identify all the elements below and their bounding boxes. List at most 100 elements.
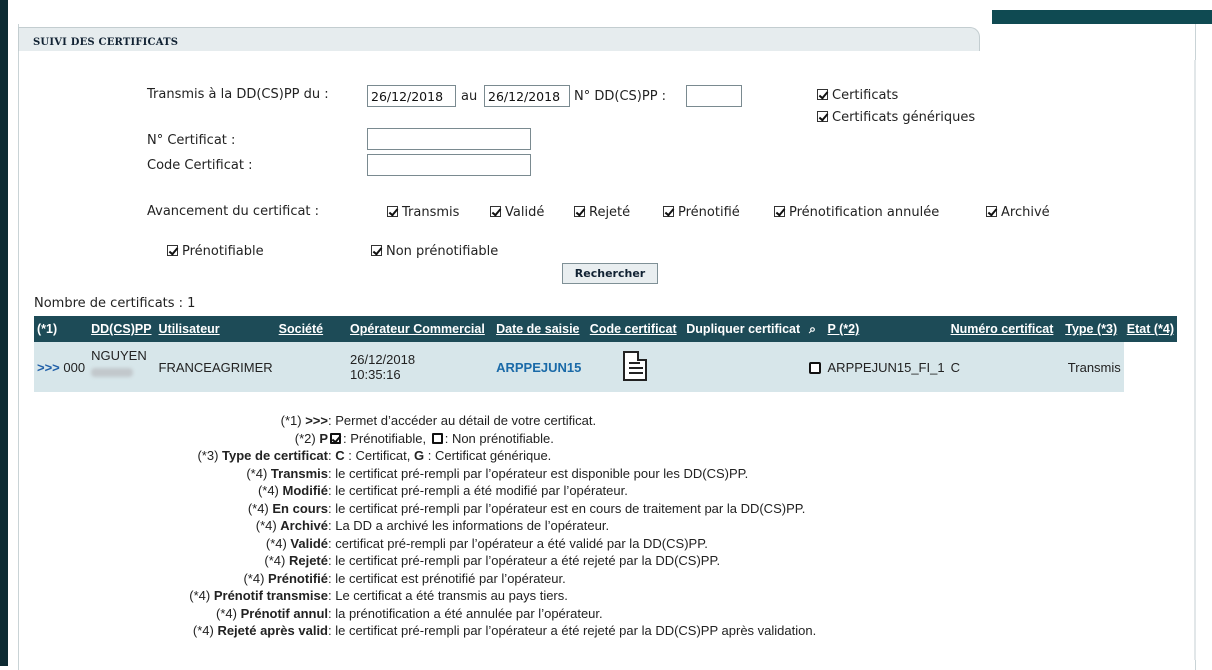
legend-row: (*4) En cours: le certificat pré-rempli …	[0, 500, 960, 518]
col-detail: (*1)	[34, 316, 89, 342]
legend-key: Prénotif annul	[240, 605, 328, 621]
results-table: (*1) DD(CS)PP Utilisateur Société Opérat…	[34, 316, 1177, 392]
panel-title: SUIVI DES CERTIFICATS	[18, 27, 980, 51]
legend-row: (*4) Rejeté après valid: le certificat p…	[0, 622, 960, 640]
p-cell[interactable]	[805, 342, 825, 392]
legend-key: Rejeté	[288, 553, 328, 568]
checkbox-certificats[interactable]: Certificats	[817, 88, 898, 103]
duplicate-document-icon[interactable]	[623, 350, 648, 381]
checkbox-label: Prénotifiable	[182, 244, 264, 259]
checkbox-icon[interactable]	[371, 245, 382, 256]
legend-text: : Non prénotifiable.	[444, 430, 554, 446]
table-header-row: (*1) DD(CS)PP Utilisateur Société Opérat…	[34, 316, 1177, 342]
checkbox-icon[interactable]	[817, 111, 828, 122]
col-attachment: ⌕	[805, 316, 825, 342]
col-ddcspp[interactable]: DD(CS)PP	[88, 316, 156, 342]
col-operateur[interactable]: Opérateur Commercial	[347, 316, 494, 342]
checkbox-label: Certificats	[832, 88, 899, 103]
num-cert-label: N° Certificat :	[147, 133, 236, 148]
legend-prefix: (*4)	[189, 588, 214, 603]
legend-row: (*4) Prénotif transmise: Le certificat a…	[0, 587, 960, 605]
legend-key: >>>	[305, 413, 328, 428]
legend-text: : Permet d’accéder au détail de votre ce…	[328, 413, 597, 428]
legend-text: : la prénotification a été annulée par l…	[328, 605, 603, 621]
checkbox-icon[interactable]	[817, 89, 828, 100]
col-societe[interactable]: Société	[275, 316, 348, 342]
legend-row: (*4) Archivé: La DD a archivé les inform…	[0, 517, 960, 535]
checkbox-icon[interactable]	[490, 206, 501, 217]
legend-row: (*3) Type de certificat: C : Certificat,…	[0, 447, 960, 465]
legend: (*1) >>>: Permet d’accéder au détail de …	[0, 412, 960, 640]
legend-prefix: (*4)	[265, 535, 291, 551]
checkbox-archive[interactable]: Archivé	[986, 205, 1050, 220]
checkbox-label: Non prénotifiable	[386, 244, 499, 259]
legend-text: : le certificat pré-rempli par l’opérate…	[328, 500, 806, 516]
legend-prefix: (*4)	[192, 623, 218, 638]
checkbox-icon[interactable]	[167, 245, 178, 256]
checkbox-label: Certificats génériques	[832, 110, 976, 125]
checkbox-icon[interactable]	[387, 206, 398, 217]
legend-text: : Le certificat a été transmis au pays t…	[328, 588, 568, 603]
time-value: 10:35:16	[350, 367, 401, 382]
search-button[interactable]: Rechercher	[562, 263, 658, 284]
row-detail-cell[interactable]: >>> 000	[34, 342, 89, 392]
checkbox-rejete[interactable]: Rejeté	[574, 205, 630, 220]
checkbox-prenotifiable[interactable]: Prénotifiable	[167, 244, 264, 259]
scrollbar[interactable]	[1194, 60, 1196, 660]
checkbox-certificats-generiques[interactable]: Certificats génériques	[817, 110, 975, 125]
utilisateur-cell: NGUYEN	[88, 342, 156, 392]
checkbox-label: Prénotification annulée	[789, 205, 940, 220]
checkbox-valide[interactable]: Validé	[490, 205, 544, 220]
prenotifiable-box-icon[interactable]	[809, 362, 822, 375]
legend-key: Rejeté après valid	[217, 623, 328, 638]
checkbox-icon[interactable]	[574, 206, 585, 217]
legend-prefix: (*4)	[255, 518, 281, 533]
col-type[interactable]: Type (*3)	[1062, 316, 1124, 342]
num-cert-input[interactable]	[367, 128, 531, 150]
legend-key: Archivé	[280, 518, 328, 533]
date-cell: 26/12/2018 10:35:16	[347, 342, 494, 392]
transmis-label: Transmis à la DD(CS)PP du :	[147, 87, 329, 102]
legend-text: : le certificat pré-rempli par l’opérate…	[328, 553, 721, 568]
checkbox-label: Transmis	[402, 205, 460, 220]
date-to-input[interactable]	[484, 85, 570, 107]
legend-prefix: (*2)	[294, 430, 320, 446]
checkbox-prenotifie[interactable]: Prénotifié	[663, 205, 740, 220]
legend-row: (*4) Modifié: le certificat pré-rempli a…	[0, 482, 960, 500]
dupliquer-cell[interactable]	[586, 342, 684, 392]
date-value: 26/12/2018	[350, 352, 416, 367]
col-utilisateur[interactable]: Utilisateur	[155, 316, 276, 342]
col-code[interactable]: Code certificat	[586, 316, 684, 342]
checkbox-icon[interactable]	[986, 206, 997, 217]
ddcspp-input[interactable]	[686, 85, 742, 107]
col-date[interactable]: Date de saisie	[493, 316, 587, 342]
legend-row: (*4) Validé: certificat pré-rempli par l…	[0, 535, 960, 553]
checkbox-label: Rejeté	[589, 205, 631, 220]
legend-text: : le certificat pré-rempli par l’opérate…	[328, 465, 749, 481]
operateur-cell	[275, 342, 348, 392]
code-link[interactable]: ARPPEJUN15	[496, 360, 581, 375]
legend-text: : le certificat est prénotifié par l’opé…	[328, 570, 566, 586]
ddcspp-label: N° DD(CS)PP :	[574, 89, 667, 104]
legend-prefix: (*4)	[257, 483, 283, 498]
checkbox-transmis[interactable]: Transmis	[387, 205, 459, 220]
legend-row: (*4) Prénotif annul: la prénotification …	[0, 605, 960, 623]
col-p[interactable]: P (*2)	[824, 316, 948, 342]
checkbox-icon[interactable]	[774, 206, 785, 217]
detail-link[interactable]: >>>	[37, 360, 60, 375]
etat-cell: Transmis	[1062, 342, 1124, 392]
legend-key: P	[319, 430, 328, 446]
blurred-name	[91, 368, 134, 377]
checkbox-label: Validé	[505, 205, 545, 220]
col-numero[interactable]: Numéro certificat	[947, 316, 1063, 342]
checkbox-prenotification-annulee[interactable]: Prénotification annulée	[774, 205, 939, 220]
legend-row: (*4) Rejeté: le certificat pré-rempli pa…	[0, 552, 960, 570]
type-cell: C	[947, 342, 1063, 392]
legend-type-c: C	[335, 448, 345, 463]
date-from-input[interactable]	[367, 85, 456, 107]
code-cert-input[interactable]	[367, 154, 531, 176]
checkbox-non-prenotifiable[interactable]: Non prénotifiable	[371, 244, 498, 259]
checkbox-icon[interactable]	[663, 206, 674, 217]
col-etat[interactable]: Etat (*4)	[1123, 316, 1177, 342]
code-cell[interactable]: ARPPEJUN15	[493, 342, 587, 392]
